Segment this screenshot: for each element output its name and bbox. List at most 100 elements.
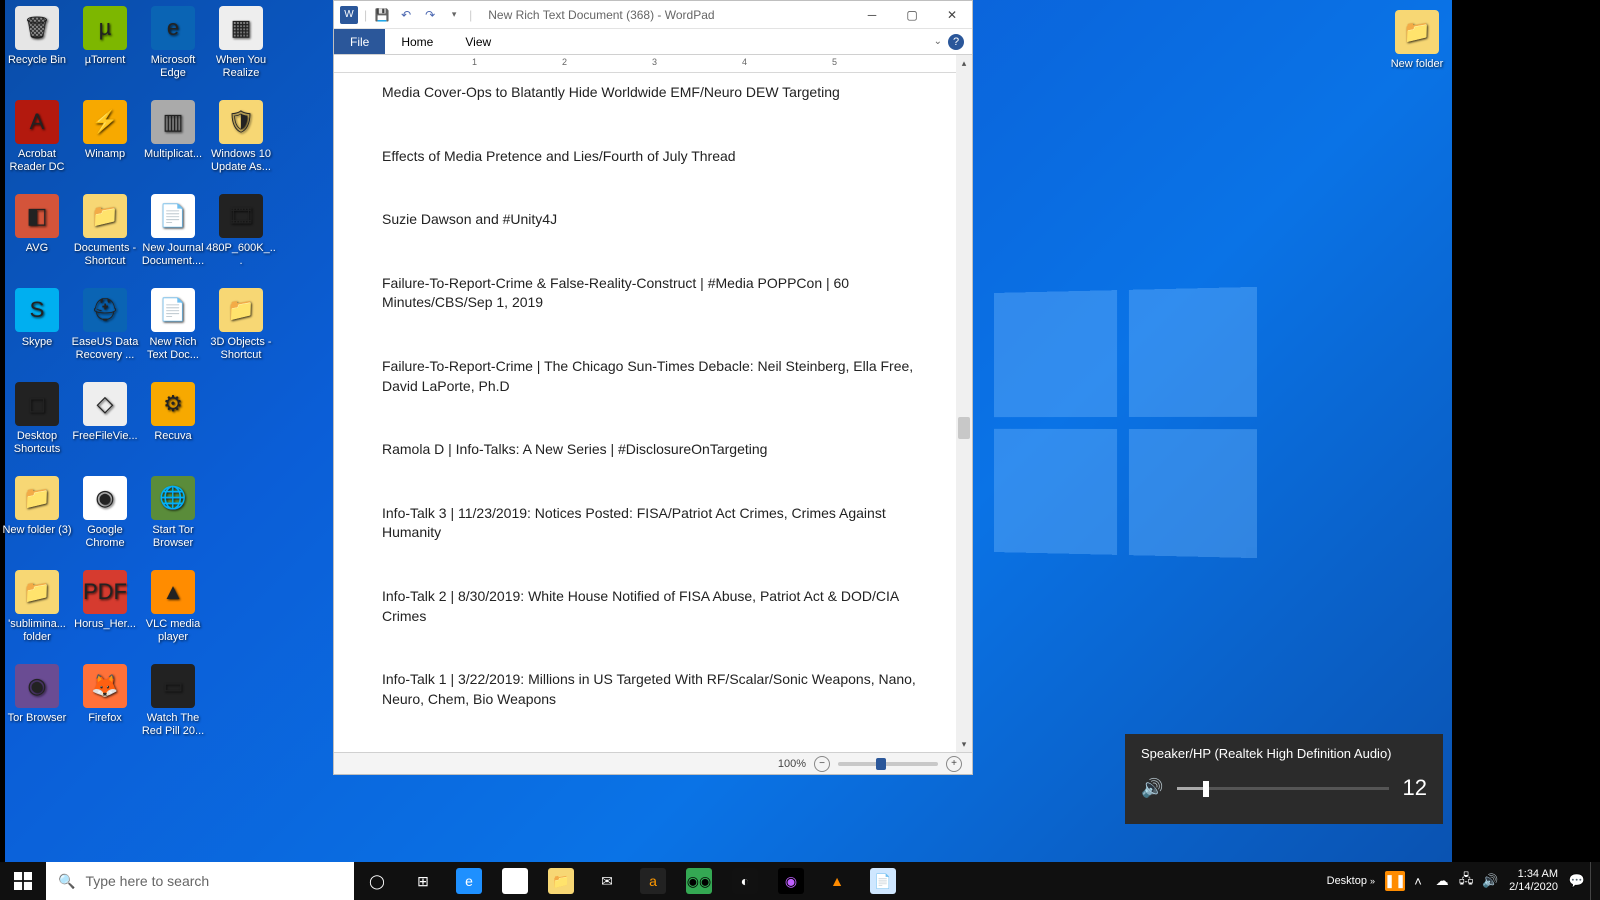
desktop[interactable]: 🗑Recycle Bin AAcrobat Reader DC ◧AVG SSkype… xyxy=(0,0,1600,862)
tray-onedrive-icon[interactable]: ☁ xyxy=(1431,862,1453,900)
desktop-icon[interactable]: ◉Google Chrome xyxy=(70,476,140,549)
desktop-toolbar[interactable]: Desktop » xyxy=(1319,875,1383,887)
tray-volume-icon[interactable]: 🔊 xyxy=(1479,862,1501,900)
taskbar: 🔍 Type here to search ◯ ⊞ e 🛍 📁 ✉ a ◉◉ ◐… xyxy=(0,862,1600,900)
taskbar-app-purple[interactable]: ◉ xyxy=(768,862,814,900)
desktop-icon[interactable]: ◇FreeFileVie... xyxy=(70,382,140,443)
search-icon: 🔍 xyxy=(58,873,75,890)
taskbar-tripadvisor[interactable]: ◉◉ xyxy=(676,862,722,900)
desktop-icon[interactable]: PDFHorus_Her... xyxy=(70,570,140,631)
desktop-icon[interactable]: ⚙Recuva xyxy=(138,382,208,443)
desktop-icon[interactable]: ◧AVG xyxy=(2,194,72,255)
qat-more-icon[interactable]: ▾ xyxy=(445,6,463,24)
minimize-button[interactable]: ─ xyxy=(852,1,892,29)
ruler[interactable]: 12345 xyxy=(334,55,972,73)
task-view-button[interactable]: ⊞ xyxy=(400,862,446,900)
tab-home[interactable]: Home xyxy=(385,29,449,54)
black-strip xyxy=(1452,0,1600,862)
audio-device-name[interactable]: Speaker/HP (Realtek High Definition Audi… xyxy=(1141,746,1427,761)
search-placeholder: Type here to search xyxy=(85,873,209,889)
desktop-icon[interactable]: 📁Documents - Shortcut xyxy=(70,194,140,267)
wordpad-titlebar[interactable]: W | 💾 ↶ ↷ ▾ | New Rich Text Document (36… xyxy=(334,1,972,29)
desktop-icon[interactable]: ⚡Winamp xyxy=(70,100,140,161)
paragraph: Info-Talk 2 | 8/30/2019: White House Not… xyxy=(382,587,930,626)
zoom-out-button[interactable]: − xyxy=(814,756,830,772)
volume-value: 12 xyxy=(1403,775,1427,801)
taskbar-explorer[interactable]: 📁 xyxy=(538,862,584,900)
scroll-down-icon[interactable]: ▾ xyxy=(956,736,972,752)
zoom-in-button[interactable]: + xyxy=(946,756,962,772)
start-button[interactable] xyxy=(0,862,46,900)
desktop-icon[interactable]: 🎞480P_600K_... xyxy=(206,194,276,267)
tab-file[interactable]: File xyxy=(334,29,385,54)
window-title: New Rich Text Document (368) - WordPad xyxy=(478,8,852,22)
desktop-icon[interactable]: ◻Desktop Shortcuts xyxy=(2,382,72,455)
show-desktop-button[interactable] xyxy=(1590,862,1596,900)
system-tray: Desktop » ❚❚ ˄ ☁ 🖧 🔊 1:34 AM 2/14/2020 💬 xyxy=(1319,862,1600,900)
tray-overflow-icon[interactable]: ˄ xyxy=(1407,862,1429,900)
windows-logo xyxy=(994,287,1257,558)
taskbar-vlc[interactable]: ▲ xyxy=(814,862,860,900)
tray-app-icon[interactable]: ❚❚ xyxy=(1385,871,1405,891)
paragraph: Ramola D | Info-Talks: A New Series | #D… xyxy=(382,440,930,460)
tab-view[interactable]: View xyxy=(449,29,507,54)
wordpad-window[interactable]: W | 💾 ↶ ↷ ▾ | New Rich Text Document (36… xyxy=(333,0,973,775)
paragraph: Media Cover-Ops to Blatantly Hide Worldw… xyxy=(382,83,930,103)
save-icon[interactable]: 💾 xyxy=(373,6,391,24)
redo-icon[interactable]: ↷ xyxy=(421,6,439,24)
undo-icon[interactable]: ↶ xyxy=(397,6,415,24)
desktop-icon[interactable]: ▦When You Realize xyxy=(206,6,276,79)
volume-slider[interactable] xyxy=(1177,787,1388,790)
tray-clock[interactable]: 1:34 AM 2/14/2020 xyxy=(1503,868,1564,894)
desktop-icon[interactable]: 🛡Windows 10 Update As... xyxy=(206,100,276,173)
desktop-icon[interactable]: ▥Multiplicat... xyxy=(138,100,208,161)
desktop-icon[interactable]: 📁3D Objects - Shortcut xyxy=(206,288,276,361)
desktop-icon[interactable]: 📁New folder xyxy=(1382,10,1452,71)
zoom-label: 100% xyxy=(778,758,806,770)
desktop-icon[interactable]: ▭Watch The Red Pill 20... xyxy=(138,664,208,737)
paragraph: Effects of Media Pretence and Lies/Fourt… xyxy=(382,147,930,167)
maximize-button[interactable]: ▢ xyxy=(892,1,932,29)
document-body[interactable]: Media Cover-Ops to Blatantly Hide Worldw… xyxy=(382,83,930,752)
vertical-scrollbar[interactable]: ▴ ▾ xyxy=(956,55,972,752)
help-icon[interactable]: ? xyxy=(948,34,964,50)
desktop-icon[interactable]: 📁'sublimina... folder xyxy=(2,570,72,643)
taskbar-store[interactable]: 🛍 xyxy=(492,862,538,900)
wordpad-icon[interactable]: W xyxy=(340,6,358,24)
cortana-button[interactable]: ◯ xyxy=(354,862,400,900)
desktop-icon[interactable]: µµTorrent xyxy=(70,6,140,67)
desktop-icon[interactable]: eMicrosoft Edge xyxy=(138,6,208,79)
desktop-icon[interactable]: SSkype xyxy=(2,288,72,349)
status-bar: 100% − + xyxy=(334,752,972,774)
action-center-icon[interactable]: 💬 xyxy=(1566,862,1588,900)
ribbon-collapse-icon[interactable]: ⌄ xyxy=(934,36,942,47)
zoom-slider[interactable] xyxy=(838,762,938,766)
desktop-icon[interactable]: ▲VLC media player xyxy=(138,570,208,643)
paragraph: Info-Talk 1 | 3/22/2019: Millions in US … xyxy=(382,670,930,709)
desktop-icon[interactable]: 📄New Journal Document.... xyxy=(138,194,208,267)
paragraph: Failure-To-Report-Crime & False-Reality-… xyxy=(382,274,930,313)
desktop-icon[interactable]: 🌐Start Tor Browser xyxy=(138,476,208,549)
paragraph: Info-Talk 3 | 11/23/2019: Notices Posted… xyxy=(382,504,930,543)
volume-flyout[interactable]: Speaker/HP (Realtek High Definition Audi… xyxy=(1125,734,1443,824)
taskbar-wordpad[interactable]: 📄 xyxy=(860,862,906,900)
close-button[interactable]: ✕ xyxy=(932,1,972,29)
desktop-icon[interactable]: AAcrobat Reader DC xyxy=(2,100,72,173)
scroll-thumb[interactable] xyxy=(958,417,970,439)
desktop-icon[interactable]: 🗑Recycle Bin xyxy=(2,6,72,67)
desktop-icon[interactable]: 📄New Rich Text Doc... xyxy=(138,288,208,361)
taskbar-edge[interactable]: e xyxy=(446,862,492,900)
desktop-icon[interactable]: ⛑EaseUS Data Recovery ... xyxy=(70,288,140,361)
taskbar-amazon[interactable]: a xyxy=(630,862,676,900)
desktop-icon[interactable]: 📁New folder (3) xyxy=(2,476,72,537)
taskbar-app-dark[interactable]: ◐ xyxy=(722,862,768,900)
paragraph: Suzie Dawson and #Unity4J xyxy=(382,210,930,230)
desktop-icon[interactable]: 🦊Firefox xyxy=(70,664,140,725)
scroll-up-icon[interactable]: ▴ xyxy=(956,55,972,71)
paragraph: Failure-To-Report-Crime | The Chicago Su… xyxy=(382,357,930,396)
speaker-icon[interactable]: 🔊 xyxy=(1141,778,1163,799)
tray-network-icon[interactable]: 🖧 xyxy=(1455,862,1477,900)
taskbar-mail[interactable]: ✉ xyxy=(584,862,630,900)
search-input[interactable]: 🔍 Type here to search xyxy=(46,862,354,900)
desktop-icon[interactable]: ◉Tor Browser xyxy=(2,664,72,725)
